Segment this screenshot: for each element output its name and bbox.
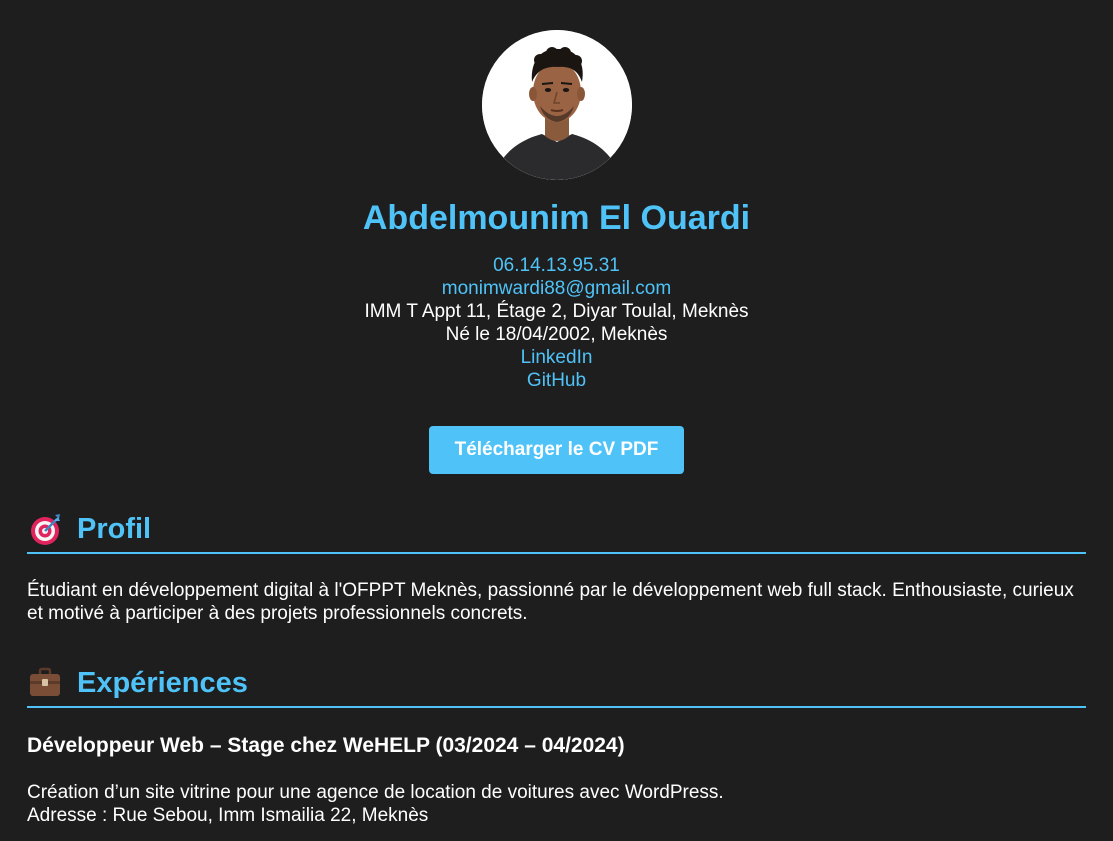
cv-header: Abdelmounim El Ouardi 06.14.13.95.31 mon… <box>27 0 1086 474</box>
job-description-line: Création d’un site vitrine pour une agen… <box>27 782 724 803</box>
cv-page: Abdelmounim El Ouardi 06.14.13.95.31 mon… <box>0 0 1113 827</box>
profile-photo <box>481 30 632 180</box>
target-icon <box>27 511 63 547</box>
profil-heading: Profil <box>27 506 1086 554</box>
phone-link[interactable]: 06.14.13.95.31 <box>493 255 620 276</box>
download-cv-button[interactable]: Télécharger le CV PDF <box>428 426 685 474</box>
profil-title: Profil <box>77 512 152 545</box>
experiences-heading: Expériences <box>27 660 1086 708</box>
job-description: Création d’un site vitrine pour une agen… <box>27 781 1086 827</box>
birth-info: Né le 18/04/2002, Meknès <box>445 324 668 345</box>
person-name: Abdelmounim El Ouardi <box>362 199 751 237</box>
avatar-portrait-icon <box>481 30 632 180</box>
address-text: IMM T Appt 11, Étage 2, Diyar Toulal, Me… <box>364 301 749 322</box>
profil-text: Étudiant en développement digital à l'OF… <box>27 580 1074 624</box>
job-address-line: Adresse : Rue Sebou, Imm Ismailia 22, Me… <box>27 805 429 826</box>
briefcase-icon <box>27 665 63 701</box>
profil-section: Profil Étudiant en développement digital… <box>27 506 1086 625</box>
email-link[interactable]: monimwardi88@gmail.com <box>442 278 671 299</box>
contact-block: 06.14.13.95.31 monimwardi88@gmail.com IM… <box>27 254 1086 392</box>
experiences-title: Expériences <box>77 666 248 699</box>
experiences-section: Expériences Développeur Web – Stage chez… <box>27 660 1086 827</box>
linkedin-link[interactable]: LinkedIn <box>521 347 593 368</box>
github-link[interactable]: GitHub <box>527 370 586 391</box>
experience-item: Développeur Web – Stage chez WeHELP (03/… <box>27 733 1086 827</box>
job-title: Développeur Web – Stage chez WeHELP (03/… <box>27 734 625 757</box>
